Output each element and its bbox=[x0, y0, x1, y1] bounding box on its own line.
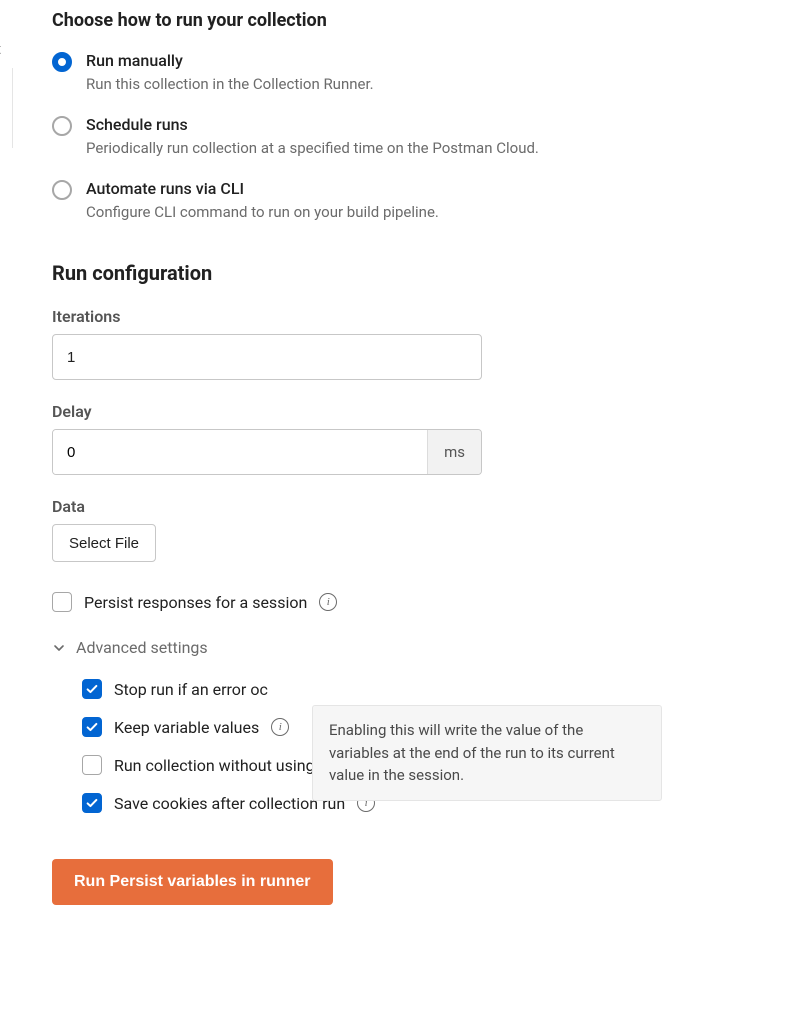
chevron-down-icon bbox=[52, 641, 66, 655]
delay-input[interactable] bbox=[53, 430, 427, 474]
advanced-settings-label: Advanced settings bbox=[76, 638, 208, 657]
info-icon[interactable]: i bbox=[319, 593, 337, 611]
run-mode-cli[interactable]: Automate runs via CLI Configure CLI comm… bbox=[52, 179, 760, 221]
radio-label: Run manually bbox=[86, 51, 374, 70]
radio-label: Schedule runs bbox=[86, 115, 539, 134]
radio-icon[interactable] bbox=[52, 52, 72, 72]
radio-icon[interactable] bbox=[52, 180, 72, 200]
advanced-settings-toggle[interactable]: Advanced settings bbox=[52, 638, 760, 657]
save-cookies-checkbox[interactable] bbox=[82, 793, 102, 813]
delay-field: Delay ms bbox=[52, 402, 760, 475]
persist-responses-checkbox[interactable] bbox=[52, 592, 72, 612]
persist-responses-checkbox-row: Persist responses for a session i bbox=[52, 592, 760, 612]
keep-variables-checkbox[interactable] bbox=[82, 717, 102, 737]
iterations-field: Iterations bbox=[52, 307, 760, 380]
select-file-button[interactable]: Select File bbox=[52, 524, 156, 562]
check-icon bbox=[85, 682, 99, 696]
run-configuration-title: Run configuration bbox=[52, 261, 760, 285]
choose-run-title: Choose how to run your collection bbox=[52, 10, 760, 31]
run-mode-schedule[interactable]: Schedule runs Periodically run collectio… bbox=[52, 115, 760, 157]
run-mode-manual[interactable]: Run manually Run this collection in the … bbox=[52, 51, 760, 93]
delay-label: Delay bbox=[52, 402, 760, 421]
radio-label: Automate runs via CLI bbox=[86, 179, 439, 198]
radio-description: Configure CLI command to run on your bui… bbox=[86, 203, 439, 221]
data-field: Data Select File bbox=[52, 497, 760, 562]
run-config-panel: Choose how to run your collection Run ma… bbox=[0, 0, 800, 945]
radio-description: Run this collection in the Collection Ru… bbox=[86, 75, 374, 93]
check-icon bbox=[85, 796, 99, 810]
stop-on-error-row: Stop run if an error oc bbox=[82, 679, 760, 699]
check-icon bbox=[85, 720, 99, 734]
keep-variables-label: Keep variable values bbox=[114, 718, 259, 737]
radio-description: Periodically run collection at a specifi… bbox=[86, 139, 539, 157]
keep-variables-tooltip: Enabling this will write the value of th… bbox=[312, 705, 662, 801]
persist-responses-label: Persist responses for a session bbox=[84, 593, 307, 612]
stop-on-error-label: Stop run if an error oc bbox=[114, 680, 268, 699]
truncated-edge-text: t bbox=[0, 40, 1, 58]
save-cookies-label: Save cookies after collection run bbox=[114, 794, 345, 813]
no-cookies-checkbox[interactable] bbox=[82, 755, 102, 775]
data-label: Data bbox=[52, 497, 760, 516]
run-collection-button[interactable]: Run Persist variables in runner bbox=[52, 859, 333, 905]
stop-on-error-checkbox[interactable] bbox=[82, 679, 102, 699]
radio-icon[interactable] bbox=[52, 116, 72, 136]
edge-divider bbox=[12, 68, 13, 148]
delay-unit: ms bbox=[427, 430, 481, 474]
info-icon[interactable]: i bbox=[271, 718, 289, 736]
run-mode-radio-group: Run manually Run this collection in the … bbox=[52, 51, 760, 221]
iterations-label: Iterations bbox=[52, 307, 760, 326]
iterations-input[interactable] bbox=[52, 334, 482, 380]
